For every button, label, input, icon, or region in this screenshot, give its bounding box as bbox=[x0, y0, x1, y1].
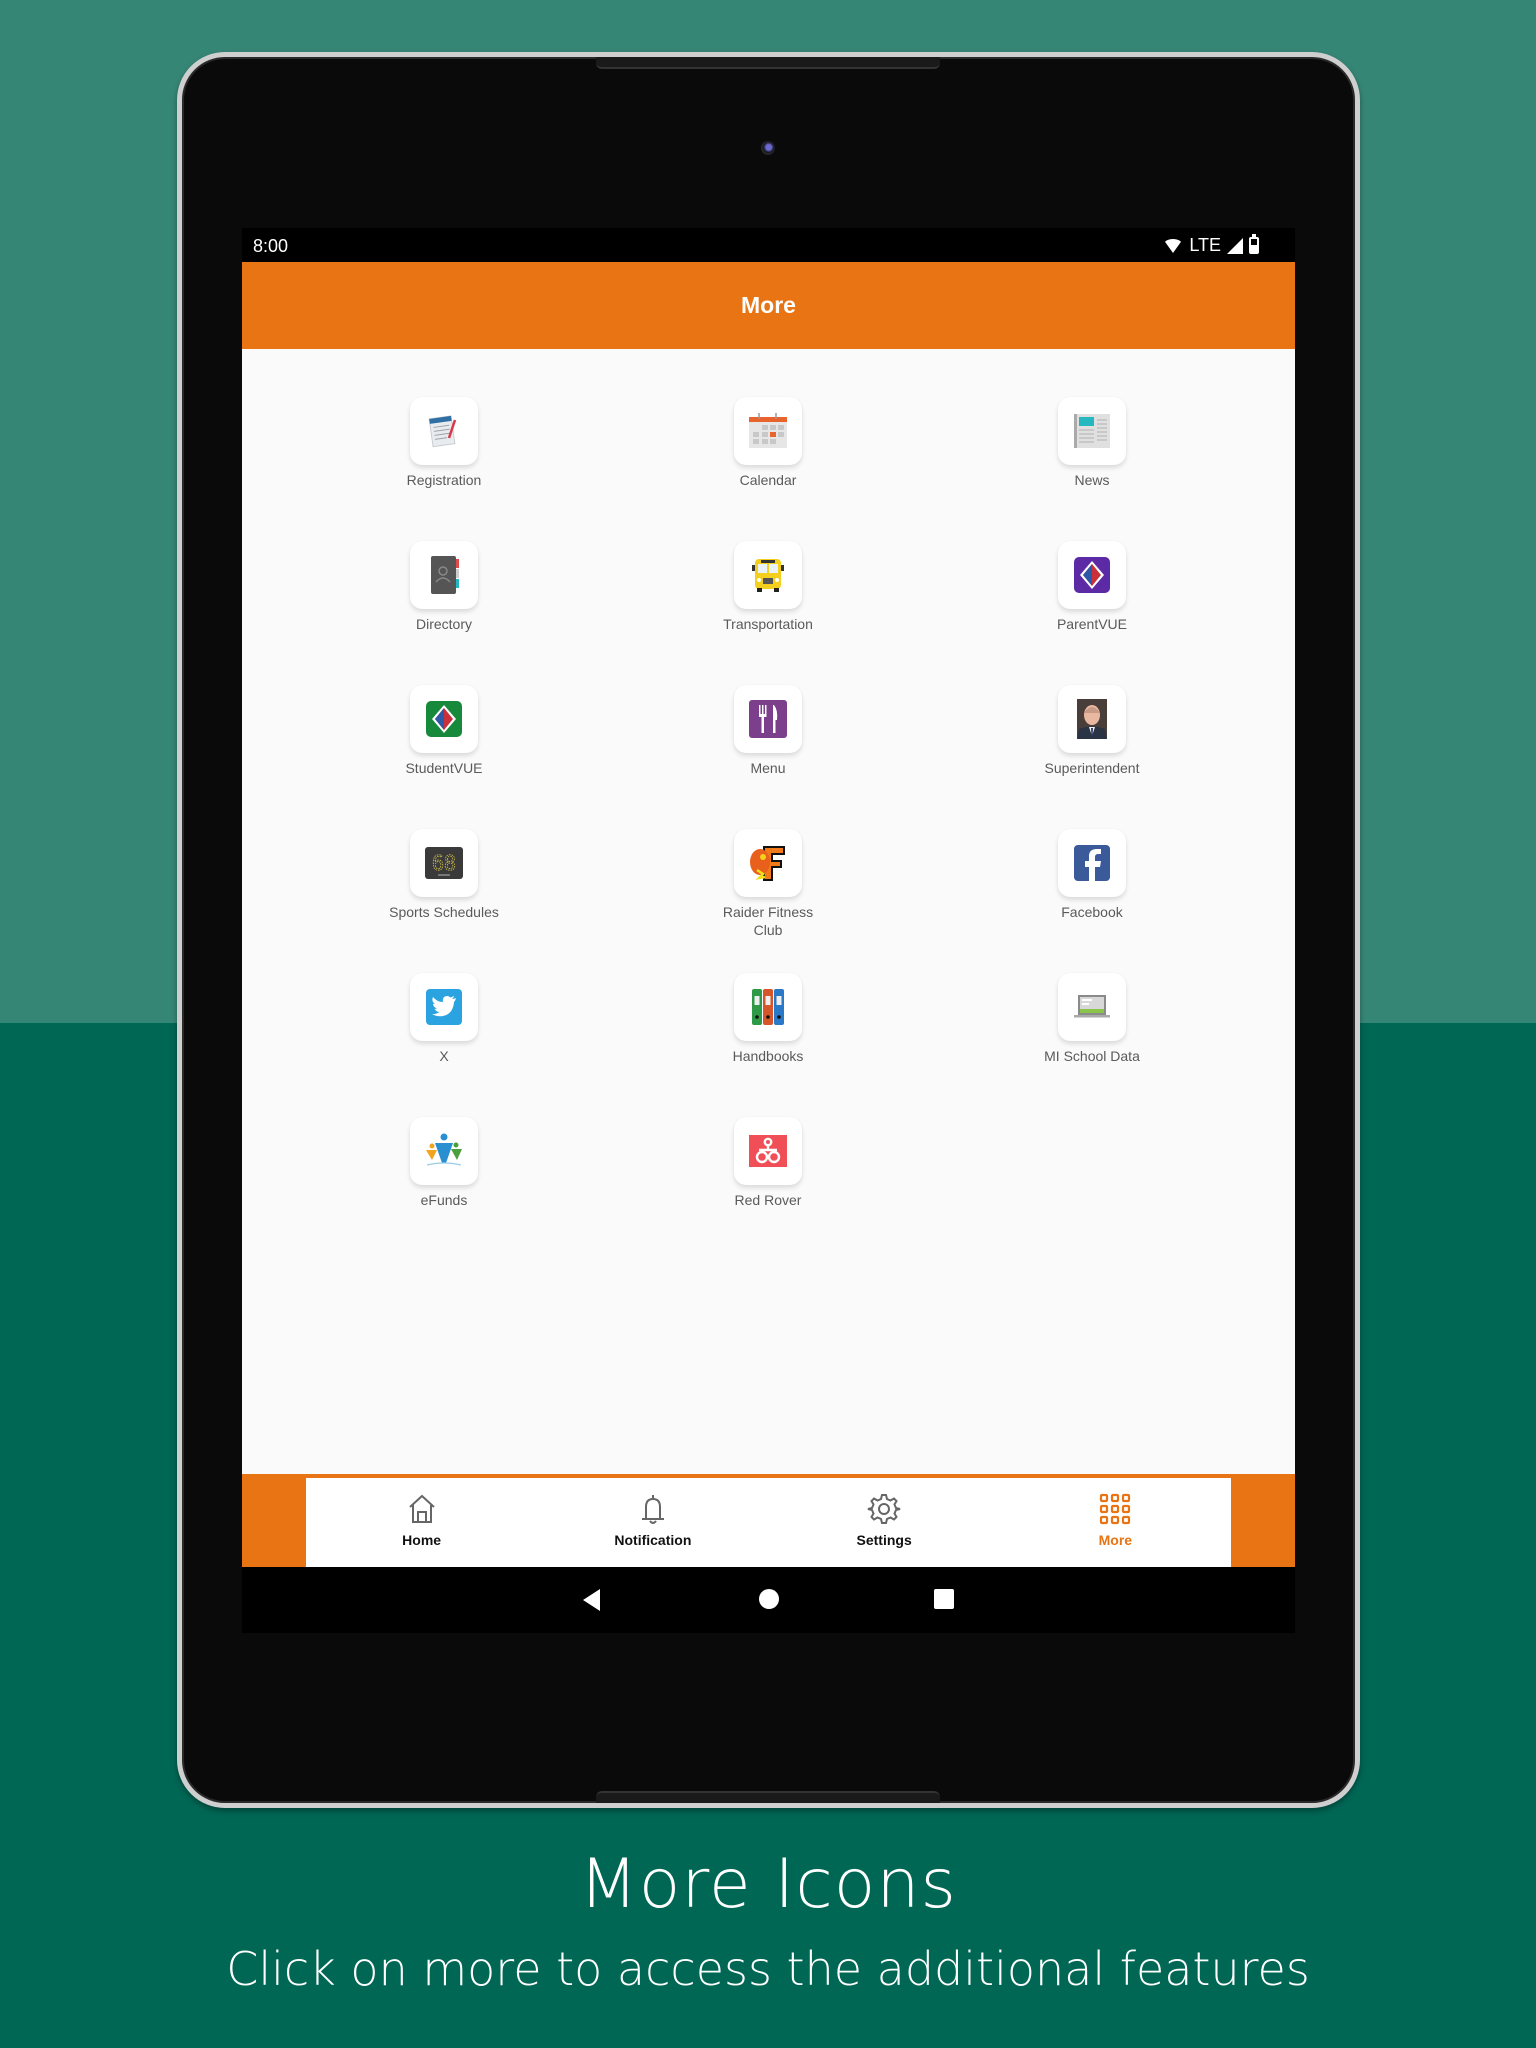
scoreboard-icon: 68 bbox=[410, 829, 478, 897]
app-header: More bbox=[242, 262, 1295, 349]
device-top-notch bbox=[596, 57, 940, 69]
grid-item-facebook[interactable]: Facebook bbox=[992, 829, 1192, 921]
grid-item-label: MI School Data bbox=[1044, 1048, 1140, 1064]
grid-item-parentvue[interactable]: ParentVUE bbox=[992, 541, 1192, 633]
grid-item-studentvue[interactable]: StudentVUE bbox=[344, 685, 544, 777]
parentvue-logo-icon bbox=[1058, 541, 1126, 609]
red-rover-logo-icon bbox=[734, 1117, 802, 1185]
grid-item-label: Transportation bbox=[723, 616, 813, 632]
caption-subtitle: Click on more to access the additional f… bbox=[226, 1942, 1310, 1996]
grid-item-directory[interactable]: Directory bbox=[344, 541, 544, 633]
binders-icon bbox=[734, 973, 802, 1041]
grid-item-menu[interactable]: Menu bbox=[668, 685, 868, 777]
address-book-icon bbox=[410, 541, 478, 609]
facebook-icon bbox=[1058, 829, 1126, 897]
newspaper-icon bbox=[1058, 397, 1126, 465]
grid-item-handbooks[interactable]: Handbooks bbox=[668, 973, 868, 1065]
grid-item-news[interactable]: News bbox=[992, 397, 1192, 489]
bell-icon bbox=[641, 1494, 664, 1524]
bottom-nav-tabs: Home Notification Settings More bbox=[306, 1474, 1232, 1567]
grid-item-raider-fitness-club[interactable]: Raider Fitness Club bbox=[668, 829, 868, 939]
bottom-nav: Home Notification Settings More bbox=[242, 1474, 1295, 1567]
device-bottom-notch bbox=[596, 1791, 940, 1803]
status-bar: 8:00 LTE bbox=[242, 228, 1295, 262]
grid-item-superintendent[interactable]: Superintendent bbox=[992, 685, 1192, 777]
battery-icon bbox=[1249, 234, 1259, 254]
grid-item-label: Raider Fitness Club bbox=[722, 904, 814, 938]
device-screen: 8:00 LTE More Registration Calendar News… bbox=[242, 228, 1295, 1633]
grid-item-registration[interactable]: Registration bbox=[344, 397, 544, 489]
page-title: More bbox=[741, 292, 796, 318]
status-icons: LTE bbox=[1163, 234, 1259, 256]
grid-item-label: Calendar bbox=[739, 472, 797, 488]
system-navigation-bar bbox=[242, 1567, 1295, 1633]
grid-item-label: Superintendent bbox=[1044, 760, 1140, 776]
grid-item-label: Sports Schedules bbox=[389, 904, 499, 920]
grid-item-calendar[interactable]: Calendar bbox=[668, 397, 868, 489]
school-bus-icon bbox=[734, 541, 802, 609]
grid-item-label: Facebook bbox=[1061, 904, 1123, 920]
status-time: 8:00 bbox=[253, 236, 289, 256]
tab-home[interactable]: Home bbox=[306, 1478, 537, 1567]
twitter-bird-icon bbox=[410, 973, 478, 1041]
grid-item-label: Directory bbox=[415, 616, 472, 632]
grid-item-x[interactable]: X bbox=[344, 973, 544, 1065]
svg-text:68: 68 bbox=[432, 851, 456, 875]
tab-notification[interactable]: Notification bbox=[537, 1478, 768, 1567]
network-type: LTE bbox=[1189, 235, 1221, 255]
tab-more[interactable]: More bbox=[999, 1474, 1232, 1567]
caption-title: More Icons bbox=[579, 1845, 957, 1924]
grid-item-label: ParentVUE bbox=[1056, 616, 1128, 632]
grid-item-mi-school-data[interactable]: MI School Data bbox=[992, 973, 1192, 1065]
gear-icon bbox=[867, 1493, 901, 1524]
efunds-logo-icon bbox=[410, 1117, 478, 1185]
grid-item-label: Registration bbox=[406, 472, 482, 488]
front-camera bbox=[761, 141, 775, 155]
grid-item-label: X bbox=[439, 1048, 449, 1064]
registration-form-icon bbox=[410, 397, 478, 465]
calendar-icon bbox=[734, 397, 802, 465]
grid-icon bbox=[1100, 1493, 1131, 1524]
studentvue-logo-icon bbox=[410, 685, 478, 753]
signal-icon bbox=[1227, 237, 1243, 254]
grid-item-label: News bbox=[1074, 472, 1110, 488]
tab-label: Home bbox=[402, 1531, 442, 1548]
grid-item-label: eFunds bbox=[420, 1192, 468, 1208]
grid-item-sports-schedules[interactable]: 68 Sports Schedules bbox=[344, 829, 544, 921]
fork-knife-icon bbox=[734, 685, 802, 753]
grid-item-label: StudentVUE bbox=[405, 760, 483, 776]
home-icon bbox=[408, 1494, 435, 1523]
home-circle-icon[interactable] bbox=[759, 1589, 779, 1609]
tab-settings[interactable]: Settings bbox=[769, 1478, 1000, 1567]
grid-item-label: Red Rover bbox=[734, 1192, 802, 1208]
tab-label: More bbox=[1098, 1531, 1133, 1548]
grid-item-transportation[interactable]: Transportation bbox=[668, 541, 868, 633]
tab-label: Notification bbox=[614, 1531, 692, 1548]
laptop-icon bbox=[1058, 973, 1126, 1041]
back-icon[interactable] bbox=[583, 1589, 600, 1611]
raider-logo-icon bbox=[734, 829, 802, 897]
grid-item-efunds[interactable]: eFunds bbox=[344, 1117, 544, 1209]
grid-item-red-rover[interactable]: Red Rover bbox=[668, 1117, 868, 1209]
wifi-icon bbox=[1163, 238, 1184, 253]
grid-item-label: Handbooks bbox=[732, 1048, 804, 1064]
grid-item-label: Menu bbox=[750, 760, 786, 776]
superintendent-photo-icon bbox=[1058, 685, 1126, 753]
tab-label: Settings bbox=[856, 1531, 912, 1548]
recent-apps-icon[interactable] bbox=[934, 1589, 954, 1609]
